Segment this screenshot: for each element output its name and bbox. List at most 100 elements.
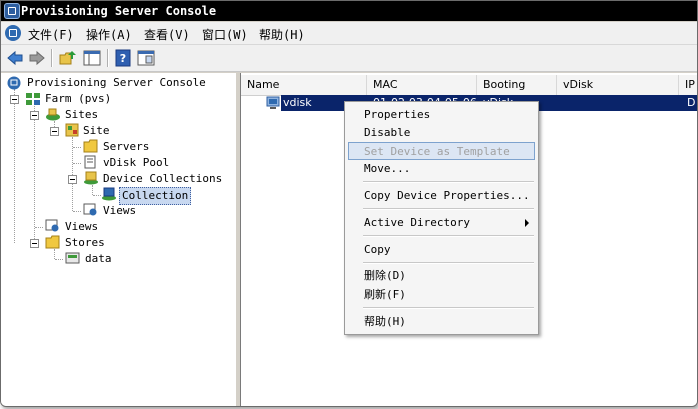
up-folder-icon[interactable] [59, 49, 77, 67]
menu-item-label: Copy [364, 243, 391, 256]
tree-label-farm: Farm (pvs) [45, 92, 112, 105]
menu-item-set-device-as-template[interactable]: Set Device as Template [348, 142, 535, 160]
tree-label-site: Site [83, 124, 110, 137]
tree-line [73, 211, 81, 212]
tree-node-servers[interactable]: Servers [83, 139, 223, 155]
store-icon [65, 252, 80, 264]
menu-item-label: 刷新(F) [364, 288, 406, 301]
menu-item-label: 帮助(H) [364, 315, 406, 328]
system-menu-icon[interactable] [5, 25, 21, 41]
tree-label-vdisk-pool: vDisk Pool [103, 156, 170, 169]
menu-separator [363, 235, 534, 237]
tree-label-views-farm: Views [65, 220, 99, 233]
show-tree-icon[interactable] [83, 49, 101, 67]
vdisk-pool-icon [84, 155, 96, 169]
menu-item-label: 删除(D) [364, 269, 406, 282]
tree-node-farm[interactable]: Farm (pvs) [25, 91, 225, 107]
menu-item-delete[interactable]: 删除(D) [346, 267, 537, 285]
device-collections-icon [84, 171, 98, 185]
tree-node-data[interactable]: data [65, 251, 185, 267]
console-icon [7, 76, 21, 90]
tree-label-sites: Sites [65, 108, 99, 121]
help-icon[interactable]: ? [114, 49, 132, 67]
column-header-mac[interactable]: MAC [367, 75, 477, 95]
tree-label-device-collections: Device Collections [103, 172, 223, 185]
svg-text:?: ? [120, 52, 126, 65]
menu-item-label: Active Directory [364, 216, 470, 229]
menu-separator [363, 262, 534, 264]
tree-line [73, 147, 81, 148]
collapse-farm-icon[interactable] [10, 95, 19, 104]
tree-line [55, 259, 63, 260]
tree-node-site[interactable]: Site [65, 123, 225, 139]
menu-item-copy-device-properties[interactable]: Copy Device Properties... [346, 187, 537, 205]
menu-bar: 文件(F) 操作(A) 查看(V) 窗口(W) 帮助(H) [1, 22, 697, 45]
tree-node-views-farm[interactable]: Views [45, 219, 185, 235]
cell-ip: D [687, 96, 696, 109]
tree-line [93, 195, 101, 196]
collapse-device-collections-icon[interactable] [68, 175, 77, 184]
collapse-sites-icon[interactable] [30, 111, 39, 120]
menu-item-active-directory[interactable]: Active Directory [346, 214, 537, 232]
tree-label-root: Provisioning Server Console [27, 76, 206, 89]
forward-icon[interactable] [28, 49, 46, 67]
menu-separator [363, 307, 534, 309]
tree-line [35, 227, 43, 228]
tree-node-collection[interactable]: Collection [101, 187, 201, 205]
menu-help[interactable]: 帮助(H) [259, 26, 305, 43]
menu-view[interactable]: 查看(V) [144, 26, 190, 43]
tree-line [72, 137, 73, 211]
menu-item-properties[interactable]: Properties [346, 106, 537, 124]
tree-node-sites[interactable]: Sites [45, 107, 225, 123]
collapse-site-icon[interactable] [50, 127, 59, 136]
toolbar-separator [107, 49, 109, 67]
tree-label-servers: Servers [103, 140, 150, 153]
tree-node-root[interactable]: Provisioning Server Console [5, 75, 235, 91]
tree-node-device-collections[interactable]: Device Collections [83, 171, 233, 187]
views-icon [83, 203, 97, 216]
column-header-name[interactable]: Name [241, 75, 367, 95]
menu-item-label: Disable [364, 126, 411, 139]
back-icon[interactable] [6, 49, 24, 67]
column-header-booting-from[interactable]: Booting From [477, 75, 557, 111]
stores-folder-icon [45, 235, 60, 249]
tree-label-data: data [85, 252, 112, 265]
farm-icon [26, 93, 40, 105]
menu-separator [363, 208, 534, 210]
menu-item-disable[interactable]: Disable [346, 124, 537, 142]
tree-line [14, 89, 15, 243]
menu-item-label: Move... [364, 162, 411, 175]
tree-label-stores: Stores [65, 236, 105, 249]
menu-item-label: Copy Device Properties... [364, 189, 530, 202]
menu-window[interactable]: 窗口(W) [202, 26, 248, 43]
tree-node-views-site[interactable]: Views [83, 203, 223, 219]
column-header-ip[interactable]: IP [679, 75, 697, 95]
toolbar: ? [1, 45, 697, 72]
menu-separator [363, 181, 534, 183]
servers-folder-icon [83, 139, 98, 153]
site-icon [65, 123, 79, 137]
column-header-vdisk[interactable]: vDisk [557, 75, 679, 95]
menu-item-refresh[interactable]: 刷新(F) [346, 286, 537, 304]
cell-name: vdisk [283, 96, 312, 109]
menu-item-label: Set Device as Template [364, 145, 510, 158]
menu-file[interactable]: 文件(F) [28, 26, 74, 43]
title-bar[interactable]: Provisioning Server Console [1, 1, 697, 21]
menu-item-help[interactable]: 帮助(H) [346, 313, 537, 331]
toolbar-separator [51, 49, 53, 67]
tree-line [34, 106, 35, 243]
tree-node-stores[interactable]: Stores [45, 235, 185, 251]
menu-action[interactable]: 操作(A) [86, 26, 132, 43]
collapse-stores-icon[interactable] [30, 239, 39, 248]
tree-node-vdisk-pool[interactable]: vDisk Pool [83, 155, 223, 171]
views-icon [45, 219, 59, 232]
submenu-arrow-icon [525, 219, 529, 227]
properties-icon[interactable] [137, 49, 155, 67]
menu-item-label: Properties [364, 108, 431, 121]
tree-line [73, 163, 81, 164]
tree-pane: Provisioning Server Console Farm (pvs) S… [1, 73, 237, 406]
menu-item-copy[interactable]: Copy [346, 241, 537, 259]
device-icon [266, 96, 280, 109]
menu-item-move[interactable]: Move... [346, 160, 537, 178]
list-header: Name MAC Booting From vDisk IP [241, 75, 697, 111]
